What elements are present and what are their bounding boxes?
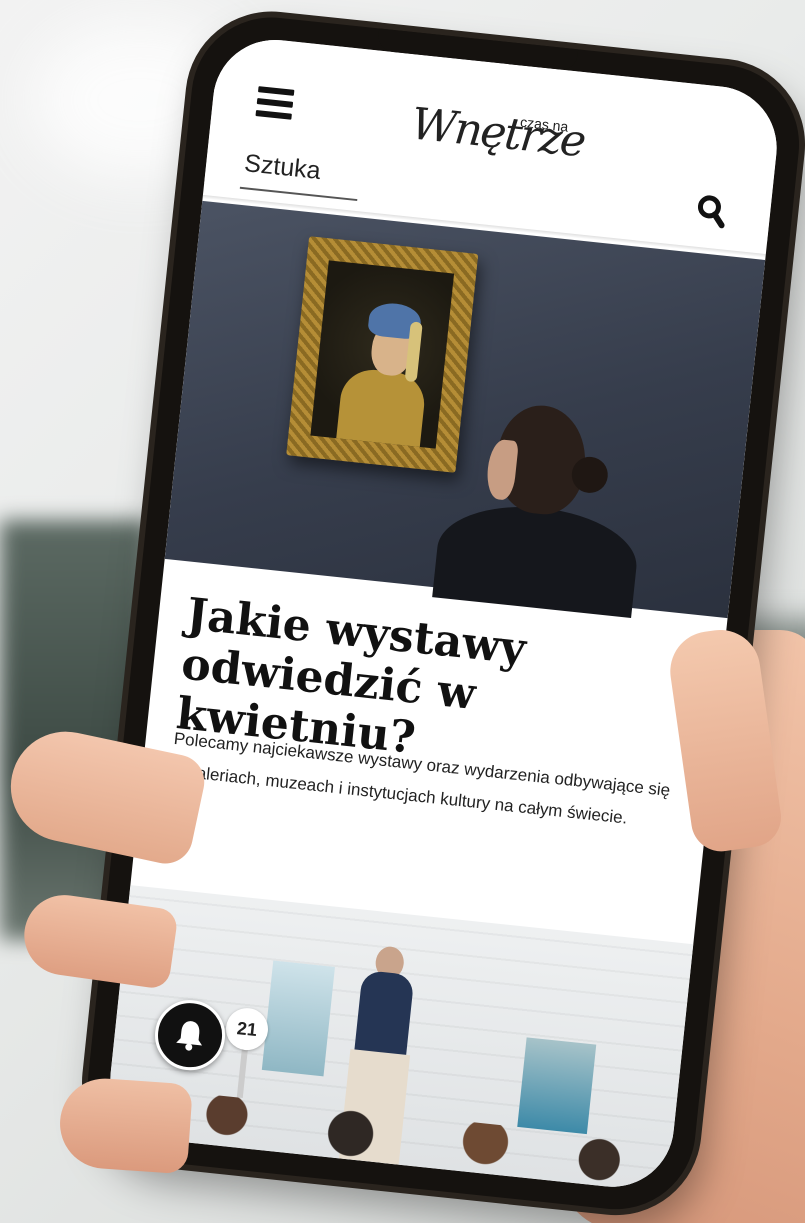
hamburger-menu-icon[interactable]: [255, 86, 295, 122]
painting-frame: [286, 236, 479, 473]
hand-finger: [57, 1075, 193, 1175]
phone-screen: Wnętrze czas na Sztuka Jakie wystawy odw…: [104, 33, 783, 1193]
artwork-right: [517, 1037, 597, 1135]
bell-icon: [176, 1021, 203, 1051]
phone-body: Wnętrze czas na Sztuka Jakie wystawy odw…: [80, 9, 805, 1218]
search-icon[interactable]: [694, 193, 727, 230]
category-underline: [239, 186, 358, 202]
hero-image[interactable]: [164, 200, 766, 619]
phone: Wnętrze czas na Sztuka Jakie wystawy odw…: [77, 9, 805, 1223]
woman-figure: [432, 497, 642, 618]
category-label[interactable]: Sztuka: [243, 149, 322, 186]
painting: [310, 260, 455, 449]
site-logo[interactable]: Wnętrze czas na: [407, 94, 613, 185]
artwork-left: [261, 960, 335, 1077]
